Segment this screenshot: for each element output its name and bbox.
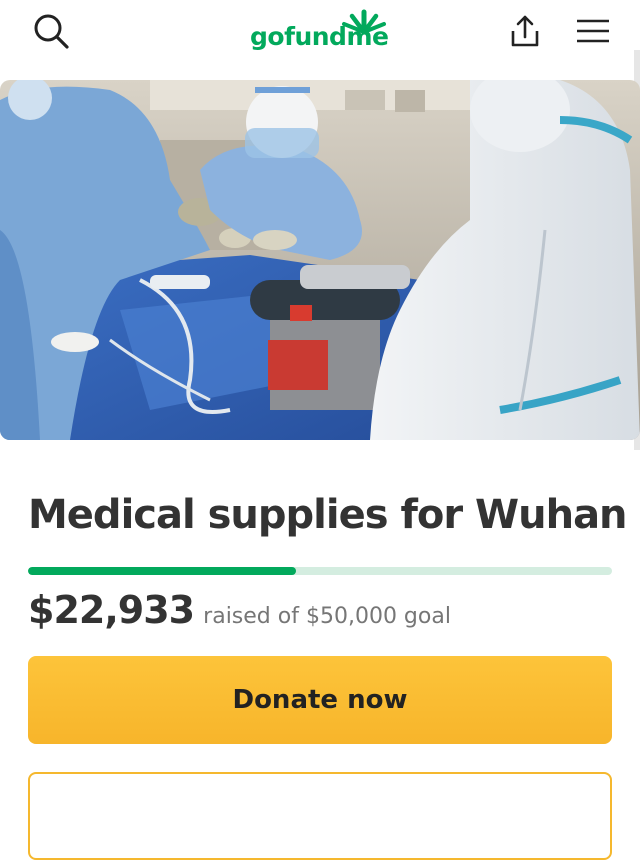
goal-text: raised of $50,000 goal — [203, 604, 451, 629]
search-icon — [34, 14, 69, 49]
menu-button[interactable] — [568, 8, 618, 54]
donate-now-button[interactable]: Donate now — [28, 656, 612, 744]
raised-amount: $22,933 — [28, 588, 195, 632]
top-nav-bar: gofundme — [0, 0, 640, 80]
amount-raised-row: $22,933 raised of $50,000 goal — [28, 588, 618, 638]
secondary-share-button[interactable] — [28, 772, 612, 860]
logo-burst-icon — [342, 9, 386, 34]
gofundme-logo[interactable]: gofundme — [248, 8, 398, 54]
hamburger-menu-icon — [577, 19, 609, 43]
share-button[interactable] — [500, 8, 550, 54]
donate-button-label: Donate now — [232, 685, 408, 715]
search-button[interactable] — [26, 8, 76, 54]
campaign-hero-image — [0, 80, 640, 440]
campaign-title: Medical supplies for Wuhan — [28, 492, 628, 538]
progress-bar-fill — [28, 567, 296, 575]
fundraising-progress-bar — [28, 567, 612, 575]
share-icon — [511, 15, 539, 47]
